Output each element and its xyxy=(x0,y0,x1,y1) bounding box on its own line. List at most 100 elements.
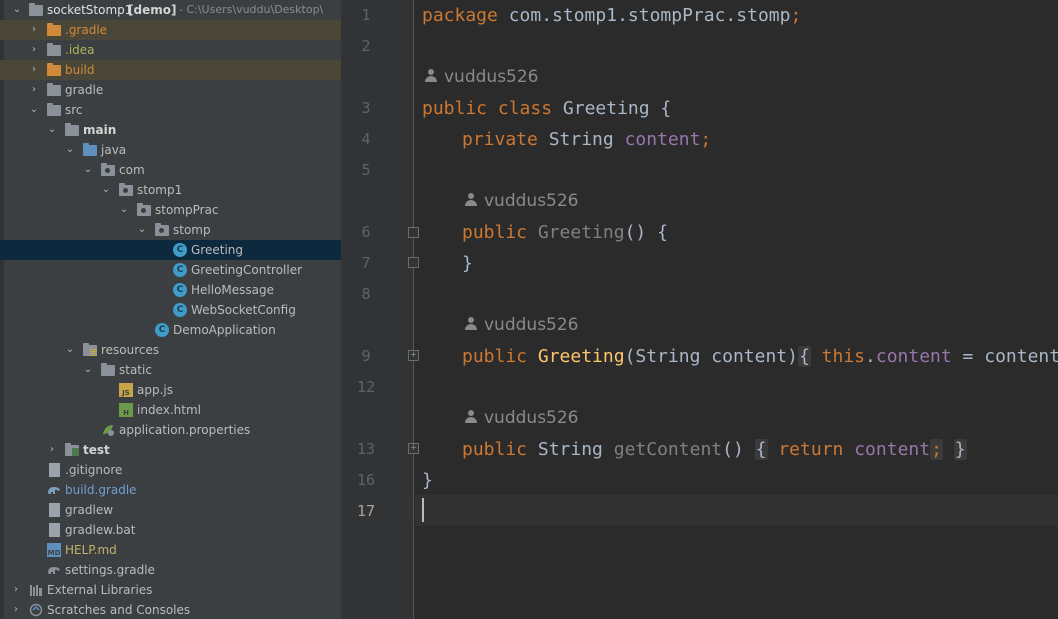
tree-label: stomp xyxy=(173,223,211,237)
person-icon xyxy=(424,69,438,83)
tree-label: application.properties xyxy=(119,423,251,437)
tree-row-external-libraries[interactable]: › External Libraries xyxy=(0,580,341,600)
chevron-down-icon[interactable]: ⌄ xyxy=(119,200,129,220)
dot: . xyxy=(865,346,876,367)
tree-row-application-properties[interactable]: application.properties xyxy=(0,420,341,440)
tree-label: WebSocketConfig xyxy=(191,303,296,317)
chevron-down-icon[interactable]: ⌄ xyxy=(65,340,75,360)
folded-brace[interactable]: { xyxy=(797,346,811,367)
chevron-right-icon[interactable]: › xyxy=(11,580,21,600)
tree-row-greeting-controller[interactable]: C GreetingController xyxy=(0,260,341,280)
library-icon xyxy=(29,583,43,597)
person-icon xyxy=(464,193,478,207)
tree-row-hello-message[interactable]: C HelloMessage xyxy=(0,280,341,300)
text-caret xyxy=(422,498,424,522)
tree-row-stomp[interactable]: ⌄ stomp xyxy=(0,220,341,240)
html-file-icon: H xyxy=(119,403,133,417)
chevron-down-icon[interactable]: ⌄ xyxy=(137,220,147,240)
tree-label: build.gradle xyxy=(65,483,137,497)
tree-row-gradlew-bat[interactable]: gradlew.bat xyxy=(0,520,341,540)
field-name: content xyxy=(854,439,931,460)
tree-label: gradle xyxy=(65,83,104,97)
text-file-icon xyxy=(49,503,60,517)
tree-row-websocket-config[interactable]: C WebSocketConfig xyxy=(0,300,341,320)
tree-row-dot-gradle[interactable]: › .gradle xyxy=(0,20,341,40)
class-icon: C xyxy=(173,243,187,257)
author-hint[interactable]: vuddus526 xyxy=(464,310,579,341)
chevron-right-icon[interactable]: › xyxy=(29,20,39,40)
folded-brace[interactable]: { xyxy=(754,439,768,460)
tree-row-java[interactable]: ⌄ java xyxy=(0,140,341,160)
project-tree: ⌄ socketStomp1 [demo] - C:\Users\vuddu\D… xyxy=(0,0,341,619)
chevron-down-icon[interactable]: ⌄ xyxy=(47,120,57,140)
tree-label: HelloMessage xyxy=(191,283,275,297)
tree-label: Scratches and Consoles xyxy=(47,603,191,617)
tree-row-scratches[interactable]: › Scratches and Consoles xyxy=(0,600,341,619)
tree-row-help-md[interactable]: MD HELP.md xyxy=(0,540,341,560)
tree-row-stomp1[interactable]: ⌄ stomp1 xyxy=(0,180,341,200)
tree-row-demo-application[interactable]: C DemoApplication xyxy=(0,320,341,340)
type-name: String xyxy=(537,129,625,150)
package-icon xyxy=(155,223,169,236)
tree-label: settings.gradle xyxy=(65,563,155,577)
chevron-right-icon[interactable]: › xyxy=(29,60,39,80)
chevron-right-icon[interactable]: › xyxy=(11,600,21,619)
folded-brace[interactable]: } xyxy=(953,439,967,460)
chevron-down-icon[interactable]: ⌄ xyxy=(83,160,93,180)
tree-row-build[interactable]: › build xyxy=(0,60,341,80)
tree-row-project-root[interactable]: ⌄ socketStomp1 [demo] - C:\Users\vuddu\D… xyxy=(0,0,341,20)
expand-fold-icon[interactable]: + xyxy=(408,350,419,361)
tree-row-idea[interactable]: › .idea xyxy=(0,40,341,60)
excluded-folder-icon xyxy=(47,63,61,76)
chevron-down-icon[interactable]: ⌄ xyxy=(65,140,75,160)
tree-row-gradlew[interactable]: gradlew xyxy=(0,500,341,520)
folder-icon xyxy=(47,43,61,56)
tree-label: static xyxy=(119,363,152,377)
author-hint[interactable]: vuddus526 xyxy=(464,186,579,217)
author-hint[interactable]: vuddus526 xyxy=(464,403,579,434)
author-name: vuddus526 xyxy=(484,408,579,428)
expand-fold-icon[interactable]: + xyxy=(408,443,419,454)
fold-marker-icon[interactable] xyxy=(408,257,419,268)
tree-row-src[interactable]: ⌄ src xyxy=(0,100,341,120)
tree-label: test xyxy=(83,443,110,457)
keyword: this xyxy=(821,346,866,367)
tree-row-stompprac[interactable]: ⌄ stompPrac xyxy=(0,200,341,220)
keyword: public xyxy=(462,439,528,460)
excluded-folder-icon xyxy=(47,23,61,36)
parens: () xyxy=(722,439,744,460)
chevron-down-icon[interactable]: ⌄ xyxy=(29,100,39,120)
tree-row-app-js[interactable]: JS app.js xyxy=(0,380,341,400)
tree-row-static[interactable]: ⌄ static xyxy=(0,360,341,380)
tree-row-settings-gradle[interactable]: settings.gradle xyxy=(0,560,341,580)
close-brace: } xyxy=(422,470,433,491)
tree-label: app.js xyxy=(137,383,173,397)
tree-row-index-html[interactable]: H index.html xyxy=(0,400,341,420)
folder-icon xyxy=(101,363,115,376)
keyword: class xyxy=(497,98,553,119)
line-number: 3 xyxy=(361,99,371,117)
tree-row-main[interactable]: ⌄ main xyxy=(0,120,341,140)
code-line-6: public Greeting() { xyxy=(462,217,668,248)
tree-row-test[interactable]: › test xyxy=(0,440,341,460)
line-number: 8 xyxy=(361,285,371,303)
chevron-down-icon[interactable]: ⌄ xyxy=(12,0,22,20)
tree-row-build-gradle[interactable]: build.gradle xyxy=(0,480,341,500)
chevron-right-icon[interactable]: › xyxy=(29,80,39,100)
tree-row-gitignore[interactable]: .gitignore xyxy=(0,460,341,480)
author-hint[interactable]: vuddus526 xyxy=(424,62,539,93)
constructor-rest: () { xyxy=(624,222,668,243)
tree-row-greeting[interactable]: C Greeting xyxy=(0,240,341,260)
parameter-list: (String content) xyxy=(624,346,798,367)
tree-row-resources[interactable]: ⌄ resources xyxy=(0,340,341,360)
tree-row-gradle[interactable]: › gradle xyxy=(0,80,341,100)
line-number: 6 xyxy=(361,223,371,241)
scratches-icon xyxy=(29,603,43,617)
chevron-down-icon[interactable]: ⌄ xyxy=(101,180,111,200)
chevron-right-icon[interactable]: › xyxy=(47,440,57,460)
chevron-down-icon[interactable]: ⌄ xyxy=(83,360,93,380)
chevron-right-icon[interactable]: › xyxy=(29,40,39,60)
method-name: getContent xyxy=(613,439,723,460)
tree-row-com[interactable]: ⌄ com xyxy=(0,160,341,180)
fold-marker-icon[interactable] xyxy=(408,227,419,238)
